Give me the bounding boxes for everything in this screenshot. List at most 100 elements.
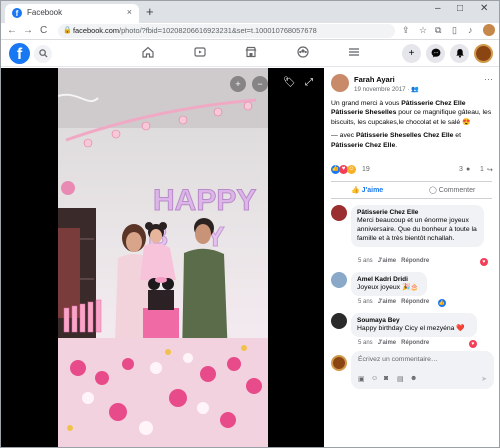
haha-reaction-icon[interactable]: ☺ [347, 165, 356, 174]
reload-button[interactable]: C [40, 24, 47, 38]
comment-meta: 5 ans J'aime Répondre [358, 258, 429, 264]
tab-facebook[interactable]: f Facebook × [5, 4, 139, 23]
lock-icon: 🔒 [63, 27, 72, 34]
comment-text: Joyeux joyeux 🎉🎂 [357, 284, 419, 291]
media-icon[interactable]: ♪ [468, 25, 473, 35]
comment-bubble: Pâtisserie Chez Elle Merci beaucoup et u… [351, 205, 484, 247]
commenter-avatar[interactable] [331, 205, 347, 221]
comment-age[interactable]: 5 ans [358, 299, 373, 305]
commenter-avatar[interactable] [331, 272, 347, 288]
reaction-count[interactable]: 19 [362, 166, 370, 173]
post-date[interactable]: 19 novembre 2017 · 👥 [354, 85, 419, 93]
tab-title: Facebook [27, 8, 63, 17]
commenter-name[interactable]: Pâtisserie Chez Elle [357, 209, 478, 216]
like-label: J'aime [361, 187, 384, 194]
love-reaction-icon[interactable]: ♥ [480, 258, 488, 266]
groups-icon[interactable] [297, 46, 309, 61]
create-button[interactable]: + [402, 44, 421, 63]
tag-icon[interactable]: 🏷 [283, 77, 296, 88]
sticker-icon[interactable]: ▣ [358, 375, 365, 383]
comment-like-button[interactable]: J'aime [378, 258, 396, 264]
page-mention[interactable]: Pâtisserie Chez Elle [331, 142, 395, 149]
birthday-photo[interactable]: HAPPY B Y [58, 68, 268, 447]
commenter-name[interactable]: Soumaya Bey [357, 317, 471, 324]
tab-strip: f Facebook × + – □ ✕ [1, 1, 499, 23]
zoom-out-icon[interactable]: − [252, 76, 268, 92]
address-bar[interactable]: 🔒 facebook.com/photo/?fbid=1020820661692… [58, 24, 395, 38]
shares-count[interactable]: 1 [480, 166, 484, 173]
post-text-part: — avec [331, 132, 356, 140]
post-panel: Farah Ayari 19 novembre 2017 · 👥 ··· Un … [324, 68, 499, 447]
more-options-icon[interactable]: ··· [484, 74, 493, 84]
comment-bubble-icon: ◯ [429, 187, 439, 194]
commenter-avatar[interactable] [331, 313, 347, 329]
comment-age[interactable]: 5 ans [358, 258, 373, 264]
like-reaction-icon[interactable]: 👍 [438, 299, 446, 307]
author-avatar[interactable] [331, 74, 349, 92]
comment-item: Pâtisserie Chez Elle Merci beaucoup et u… [331, 205, 494, 266]
comment-like-button[interactable]: J'aime [378, 299, 396, 305]
profile-avatar[interactable] [483, 24, 495, 36]
new-tab-button[interactable]: + [146, 4, 154, 19]
love-reaction-icon[interactable]: ♥ [469, 340, 477, 348]
share-icon[interactable]: ⇪ [402, 25, 410, 36]
extensions-icon[interactable]: ⧉ [435, 25, 441, 36]
photo-scene-illustration: HAPPY B Y [58, 68, 268, 447]
comment-age[interactable]: 5 ans [358, 340, 373, 346]
post-with-line: — avec Pâtisserie Sheselles Chez Elle et… [331, 131, 494, 150]
url-host: facebook.com [73, 26, 120, 35]
comment-meta: 5 ans J'aime Répondre [358, 340, 429, 346]
comment-reply-button[interactable]: Répondre [401, 299, 429, 305]
comment-button[interactable]: ◯ Commenter [429, 186, 475, 194]
post-author[interactable]: Farah Ayari [354, 75, 395, 84]
account-avatar[interactable] [474, 44, 493, 63]
comment-reply-button[interactable]: Répondre [401, 340, 429, 346]
comments-count[interactable]: 3 [459, 166, 463, 173]
zoom-in-icon[interactable]: + [230, 76, 246, 92]
comment-placeholder[interactable]: Écrivez un commentaire… [358, 356, 438, 363]
notifications-bell-icon[interactable] [450, 44, 469, 63]
forward-button[interactable]: → [23, 24, 33, 38]
comment-text: Merci beaucoup et un énorme joyeux anniv… [357, 217, 477, 242]
comment-label: Commenter [438, 187, 476, 194]
star-icon[interactable]: ☆ [419, 25, 427, 36]
avatar-sticker-icon[interactable]: ☻ [410, 375, 417, 382]
minimize-button[interactable]: – [435, 3, 441, 14]
send-icon[interactable]: ➤ [481, 375, 487, 383]
composer-avatar[interactable] [331, 355, 347, 371]
menu-icon[interactable] [348, 46, 360, 61]
home-icon[interactable] [142, 46, 154, 61]
page-mention[interactable]: Pâtisserie Sheselles Chez Elle [356, 132, 453, 139]
camera-icon[interactable]: ◙ [384, 375, 388, 382]
comment-meta: 5 ans J'aime Répondre [358, 299, 429, 305]
close-window-button[interactable]: ✕ [480, 3, 488, 14]
back-button[interactable]: ← [7, 24, 17, 38]
like-button[interactable]: 👍 J'aime [351, 186, 383, 194]
post-text-part: Un grand merci à vous [331, 100, 402, 107]
url-text[interactable]: facebook.com/photo/?fbid=102082066169232… [73, 26, 317, 35]
watch-icon[interactable] [194, 46, 206, 61]
comment-input[interactable]: Écrivez un commentaire… ▣ ☺ ◙ ▤ ☻ ➤ [351, 351, 494, 389]
search-icon[interactable] [34, 45, 52, 63]
comment-item: Amel Kadri Dridi Joyeux joyeux 🎉🎂 5 ans … [331, 272, 494, 307]
facebook-logo[interactable]: f [9, 43, 30, 64]
browser-toolbar: ← → C 🔒 facebook.com/photo/?fbid=1020820… [1, 23, 499, 40]
post-text-part: et [453, 132, 461, 140]
comment-count-icon: ● [466, 166, 471, 173]
gif-icon[interactable]: ▤ [397, 375, 404, 383]
comment-reply-button[interactable]: Répondre [401, 258, 429, 264]
comment-bubble: Soumaya Bey Happy birthday Cicy el mezyé… [351, 313, 477, 337]
commenter-name[interactable]: Amel Kadri Dridi [357, 276, 421, 283]
maximize-button[interactable]: □ [457, 3, 463, 14]
comment-text: Happy birthday Cicy el mezyéna ❤️ [357, 325, 465, 332]
browser-window: f Facebook × + – □ ✕ ← → C 🔒 facebook.co… [0, 0, 500, 448]
comment-bubble: Amel Kadri Dridi Joyeux joyeux 🎉🎂 [351, 272, 427, 296]
comment-like-button[interactable]: J'aime [378, 340, 396, 346]
tab-close-icon[interactable]: × [127, 7, 132, 17]
sidebar-icon[interactable]: ▯ [452, 25, 457, 36]
marketplace-icon[interactable] [245, 46, 257, 61]
fullscreen-icon[interactable]: ⤢ [305, 77, 313, 88]
facebook-favicon-icon: f [12, 8, 22, 18]
emoji-icon[interactable]: ☺ [371, 375, 378, 382]
messenger-icon[interactable] [426, 44, 445, 63]
